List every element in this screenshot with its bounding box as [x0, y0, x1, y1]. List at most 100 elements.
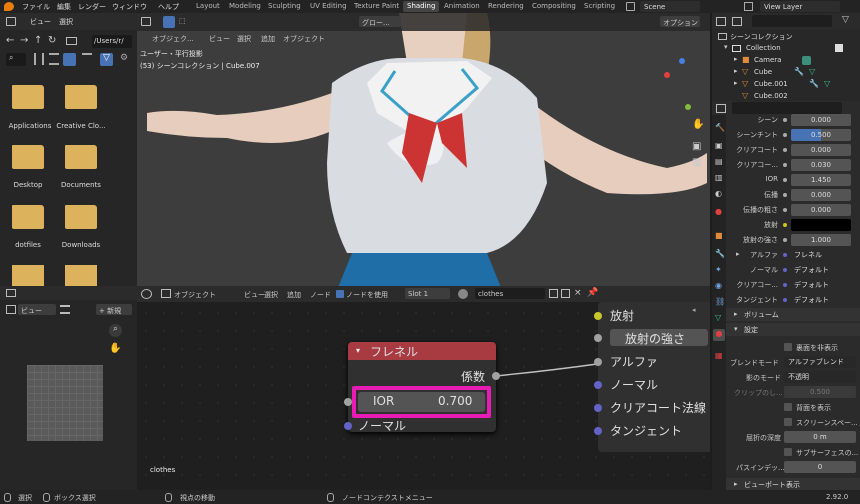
editor-type-icon[interactable] — [6, 17, 16, 26]
data-tab-icon[interactable]: ▽ — [715, 313, 721, 322]
tab-texture-paint[interactable]: Texture Paint — [350, 1, 403, 12]
tab-uv-editing[interactable]: UV Editing — [306, 1, 351, 12]
new-folder-icon[interactable] — [66, 37, 77, 45]
pass-index-field[interactable]: 0 — [784, 461, 856, 473]
forward-icon[interactable]: → — [20, 35, 28, 46]
normal-input-socket[interactable] — [344, 422, 352, 430]
menu-view[interactable]: ビュー — [30, 17, 51, 27]
file-item[interactable]: Documents — [55, 145, 115, 205]
scene-icon[interactable] — [626, 2, 635, 11]
refresh-icon[interactable]: ↻ — [48, 35, 56, 46]
editor-type-icon[interactable] — [141, 17, 151, 26]
expand-icon[interactable]: ▸ — [734, 67, 738, 75]
filter-icon[interactable]: ▽ — [842, 15, 849, 25]
output-socket[interactable] — [492, 372, 500, 380]
parent-dir-icon[interactable]: ↑ — [34, 35, 42, 46]
menu-object[interactable]: オブジェクト — [283, 34, 325, 44]
move-icon[interactable]: ⬚ — [179, 17, 186, 25]
collapse-icon[interactable]: ▾ — [356, 346, 360, 355]
property-row[interactable]: クリアコート 0.000 — [726, 143, 860, 158]
navigation-gizmo[interactable]: ✋ ▣ ▦ — [692, 113, 706, 193]
menu-render[interactable]: レンダー — [78, 2, 106, 12]
orientation-dropdown[interactable]: グロー... — [359, 16, 401, 27]
menu-view[interactable]: ビュー — [209, 34, 230, 44]
image-canvas[interactable] — [27, 365, 103, 441]
new-image-button[interactable]: + 新規 — [96, 304, 132, 315]
property-value[interactable]: 1.000 — [791, 234, 851, 246]
alpha-socket[interactable] — [594, 358, 602, 366]
view-layer-selector[interactable]: View Layer — [760, 1, 840, 12]
thumbnail-icon[interactable] — [63, 53, 76, 66]
hand-pan-icon[interactable]: ✋ — [692, 119, 704, 130]
blend-mode-dropdown[interactable]: アルファブレンド — [784, 356, 856, 368]
tab-modeling[interactable]: Modeling — [225, 1, 265, 12]
tab-sculpting[interactable]: Sculpting — [264, 1, 305, 12]
menu-edit[interactable]: 編集 — [57, 2, 71, 12]
list-vertical-icon[interactable] — [34, 53, 44, 65]
linked-node-label[interactable]: デフォルト — [794, 265, 829, 275]
checkbox-icon[interactable] — [784, 343, 792, 351]
filter-icon[interactable]: ▽ — [100, 53, 113, 66]
property-row[interactable]: クリアコー... デフォルト — [726, 278, 860, 293]
camera-icon[interactable]: ▣ — [692, 141, 701, 152]
property-value[interactable]: 0.000 — [791, 114, 851, 126]
zoom-icon[interactable]: ⌕ — [109, 324, 122, 337]
select-tool-icon[interactable] — [163, 16, 175, 28]
principled-bsdf-node[interactable]: 放射 放射の強さ アルファ ノーマル クリアコート法線 タンジェント — [594, 302, 710, 452]
linked-node-label[interactable]: デフォルト — [794, 280, 829, 290]
expand-icon[interactable]: ▾ — [724, 43, 728, 51]
property-row[interactable]: シーン 0.000 — [726, 113, 860, 128]
file-item[interactable]: Desktop — [0, 145, 60, 205]
view-layer-icon[interactable] — [744, 2, 753, 11]
outliner-item[interactable]: ▸ ▽ Cube 🔧 ▽ — [734, 67, 856, 78]
expand-icon[interactable]: ▸ — [734, 55, 738, 63]
shader-editor[interactable]: オブジェクト ビュー 選択 追加 ノード ノードを使用 Slot 1 cloth… — [137, 286, 710, 490]
linked-node-label[interactable]: フレネル — [794, 250, 822, 260]
clearcoat-normal-socket[interactable] — [594, 404, 602, 412]
options-dropdown[interactable]: オプション — [660, 16, 700, 27]
checkbox-icon[interactable] — [835, 44, 843, 52]
menu-select[interactable]: 選択 — [237, 34, 251, 44]
outliner-item[interactable]: ▸ ▽ Cube.001 🔧 ▽ — [734, 79, 856, 90]
node-header[interactable]: ▾ フレネル — [348, 342, 496, 360]
volume-panel-header[interactable]: ▸ ボリューム — [726, 308, 860, 321]
property-row[interactable]: ▸ アルファ フレネル — [726, 248, 860, 263]
editor-type-icon[interactable] — [716, 104, 726, 113]
ior-field[interactable]: IOR 0.700 — [358, 392, 485, 412]
property-value[interactable]: 0.000 — [791, 204, 851, 216]
emission-color-swatch[interactable] — [791, 219, 851, 231]
material-tab-icon[interactable]: ● — [713, 329, 725, 341]
settings-panel-header[interactable]: ▾ 設定 — [726, 323, 860, 336]
property-value[interactable]: 0.000 — [791, 189, 851, 201]
refraction-depth-field[interactable]: 0 m — [784, 431, 856, 443]
back-icon[interactable]: ← — [6, 35, 14, 46]
property-row[interactable]: 伝播 0.000 — [726, 188, 860, 203]
editor-type-icon[interactable] — [716, 17, 726, 26]
file-item[interactable]: dotfiles — [0, 205, 60, 265]
fresnel-node[interactable]: ▾ フレネル 係数 IOR 0.700 ノーマル — [344, 342, 500, 433]
sort-icon[interactable] — [82, 53, 92, 65]
ior-input-socket[interactable] — [344, 398, 352, 406]
emission-strength-field[interactable]: 放射の強さ — [610, 329, 708, 346]
tab-scripting[interactable]: Scripting — [580, 1, 619, 12]
property-value[interactable]: 1.450 — [791, 174, 851, 186]
property-row[interactable]: 放射の強さ 1.000 — [726, 233, 860, 248]
texture-tab-icon[interactable]: ▦ — [715, 351, 723, 360]
menu-help[interactable]: ヘルプ — [158, 2, 179, 12]
property-row[interactable]: ノーマル デフォルト — [726, 263, 860, 278]
menu-select[interactable]: 選択 — [59, 17, 73, 27]
blender-logo-icon[interactable] — [4, 2, 14, 11]
shadow-mode-dropdown[interactable]: 不透明 — [784, 371, 856, 383]
property-row[interactable]: IOR 1.450 — [726, 173, 860, 188]
tab-layout[interactable]: Layout — [192, 1, 224, 12]
scene-selector[interactable]: Scene — [640, 1, 700, 12]
view-dropdown[interactable]: ビュー — [18, 304, 56, 315]
editor-type-icon[interactable] — [6, 289, 16, 297]
menu-add[interactable]: 追加 — [261, 34, 275, 44]
tangent-socket[interactable] — [594, 427, 602, 435]
property-value[interactable]: 0.030 — [791, 159, 851, 171]
linked-node-label[interactable]: デフォルト — [794, 295, 829, 305]
property-row[interactable]: 放射 — [726, 218, 860, 233]
hand-pan-icon[interactable]: ✋ — [109, 343, 121, 354]
outliner-item[interactable]: ▸ ■ Camera — [734, 55, 856, 66]
